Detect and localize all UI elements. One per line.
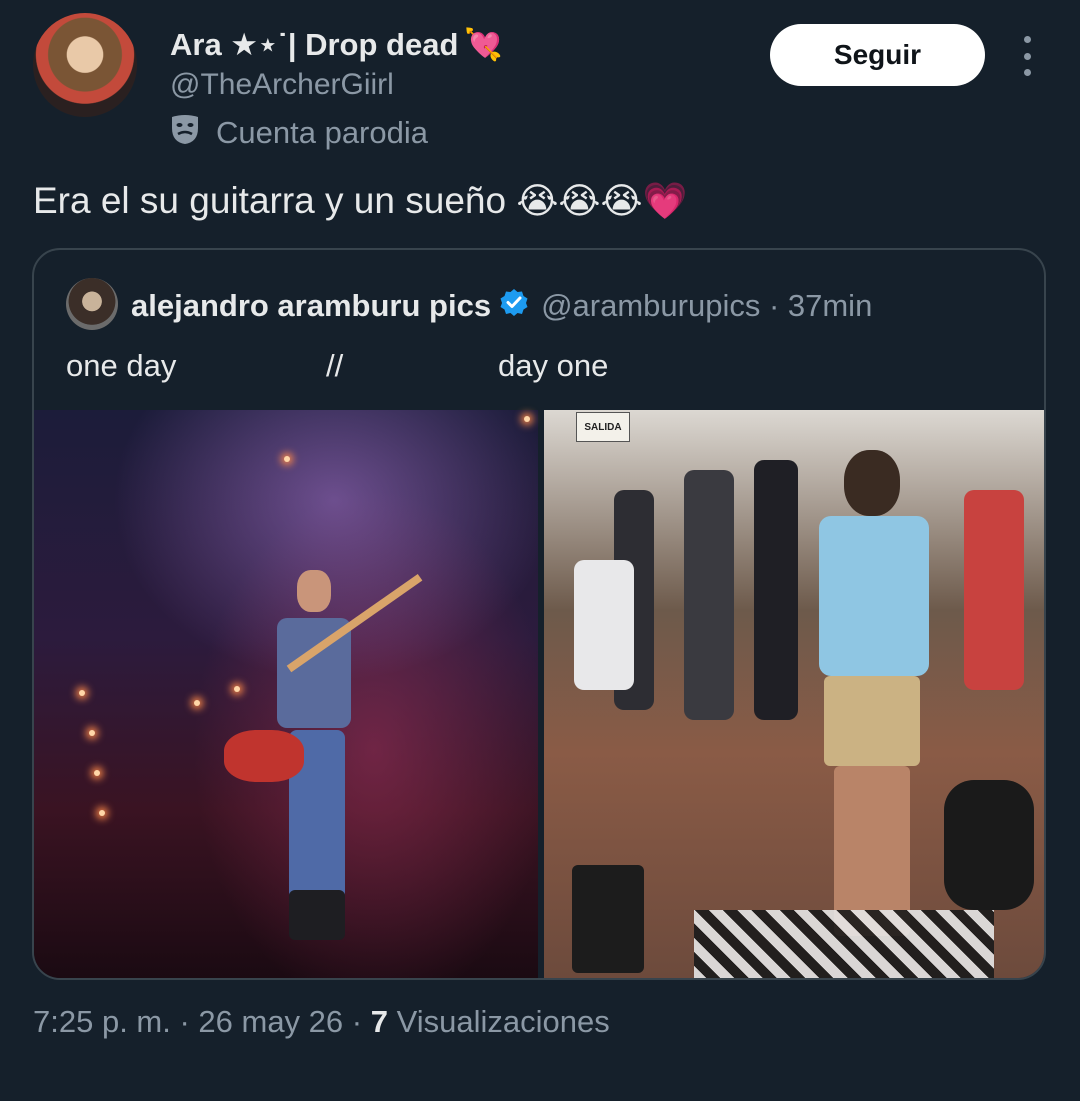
parody-label: Cuenta parodia <box>168 112 428 154</box>
crowd-person <box>754 460 798 720</box>
busker-head <box>844 450 900 516</box>
busker-shorts <box>824 676 920 766</box>
more-dot <box>1023 36 1031 43</box>
stage-light <box>194 700 200 706</box>
stage-light <box>234 686 240 692</box>
theater-mask-icon <box>168 112 202 154</box>
views-label: Visualizaciones <box>396 1004 610 1039</box>
tweet-emojis: 😭😭😭💗 <box>516 180 688 221</box>
tweet-text: Era el su guitarra y un sueño 😭😭😭💗 <box>33 180 687 222</box>
exit-sign: SALIDA <box>576 412 630 442</box>
tweet-text-body: Era el su guitarra y un sueño <box>33 180 507 221</box>
profile-avatar[interactable] <box>33 13 137 117</box>
quoted-text-day-one: day one <box>498 348 609 383</box>
amplifier <box>572 865 644 973</box>
display-name[interactable]: Ara ★⋆˙| Drop dead 💘 <box>170 26 503 63</box>
stage-light <box>99 810 105 816</box>
performer-boots <box>289 890 345 940</box>
quoted-tweet[interactable]: alejandro aramburu pics @aramburupics · … <box>32 248 1046 980</box>
crowd-person <box>574 560 634 690</box>
tweet-meta: 7:25 p. m. · 26 may 26 · 7 Visualizacion… <box>33 1004 610 1040</box>
stage-light <box>94 770 100 776</box>
tweet-timestamp[interactable]: 7:25 p. m. · 26 may 26 · <box>33 1004 362 1039</box>
street-performance-photo[interactable]: SALIDA <box>544 410 1044 978</box>
concert-photo[interactable] <box>34 410 538 978</box>
quoted-display-name: alejandro aramburu pics <box>131 288 492 323</box>
performer-head <box>297 570 331 612</box>
crowd-person <box>964 490 1024 690</box>
busker-figure <box>794 450 944 970</box>
quoted-text-one-day: one day <box>66 348 177 383</box>
more-dot <box>1023 52 1031 60</box>
patterned-mat <box>694 910 994 978</box>
quoted-author[interactable]: alejandro aramburu pics @aramburupics · … <box>131 287 872 325</box>
follow-button[interactable]: Seguir <box>770 24 985 86</box>
quoted-text-separator: // <box>326 348 344 383</box>
stage-light <box>89 730 95 736</box>
heart-arrow-emoji: 💘 <box>464 27 504 62</box>
quoted-avatar[interactable] <box>66 278 118 330</box>
quoted-handle: @aramburupics · 37min <box>541 288 873 323</box>
user-handle[interactable]: @TheArcherGiirl <box>170 68 394 102</box>
parody-label-text: Cuenta parodia <box>216 115 428 150</box>
more-dot <box>1023 69 1031 76</box>
busker-shirt <box>819 516 929 676</box>
views-count: 7 <box>370 1004 388 1039</box>
verified-badge-icon <box>499 287 529 325</box>
stage-light <box>524 416 530 422</box>
guitar-bag <box>944 780 1034 910</box>
stage-light <box>79 690 85 696</box>
display-name-text: Ara ★⋆˙| Drop dead <box>170 26 459 62</box>
crowd-person <box>684 470 734 720</box>
stage-light <box>284 456 290 462</box>
guitar-body <box>224 730 304 782</box>
more-options-icon[interactable] <box>1010 36 1044 76</box>
